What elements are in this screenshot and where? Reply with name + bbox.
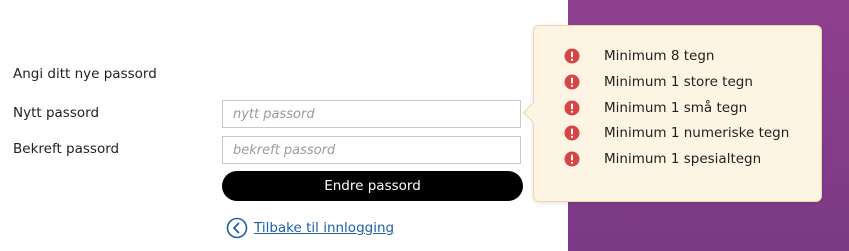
change-password-button[interactable]: Endre passord [222, 171, 523, 201]
requirement-item: Minimum 1 små tegn [564, 100, 747, 116]
error-icon [564, 74, 580, 90]
requirement-label: Minimum 1 spesialtegn [604, 151, 762, 167]
confirm-password-label: Bekreft passord [13, 141, 120, 157]
requirement-label: Minimum 1 små tegn [604, 100, 748, 116]
requirement-label: Minimum 1 numeriske tegn [604, 125, 790, 141]
error-icon [564, 151, 580, 167]
chevron-left-circle-icon [226, 217, 248, 239]
confirm-password-input[interactable] [222, 136, 521, 164]
new-password-input[interactable] [222, 100, 521, 128]
requirement-item: Minimum 1 numeriske tegn [564, 125, 789, 141]
form-heading: Angi ditt nye passord [13, 66, 157, 82]
requirement-label: Minimum 1 store tegn [604, 74, 753, 90]
error-icon [564, 125, 580, 141]
back-to-login-label: Tilbake til innlogging [254, 220, 395, 236]
requirement-item: Minimum 1 store tegn [564, 74, 753, 90]
error-icon [564, 48, 580, 64]
requirement-item: Minimum 8 tegn [564, 48, 714, 64]
back-to-login-link[interactable]: Tilbake til innlogging [226, 217, 394, 239]
requirement-label: Minimum 8 tegn [604, 48, 715, 64]
requirement-item: Minimum 1 spesialtegn [564, 151, 761, 167]
tooltip-arrow [522, 101, 545, 124]
password-requirements-tooltip: Minimum 8 tegn Minimum 1 store tegn Minimu… [522, 25, 822, 202]
error-icon [564, 100, 580, 116]
new-password-label: Nytt passord [13, 105, 100, 121]
